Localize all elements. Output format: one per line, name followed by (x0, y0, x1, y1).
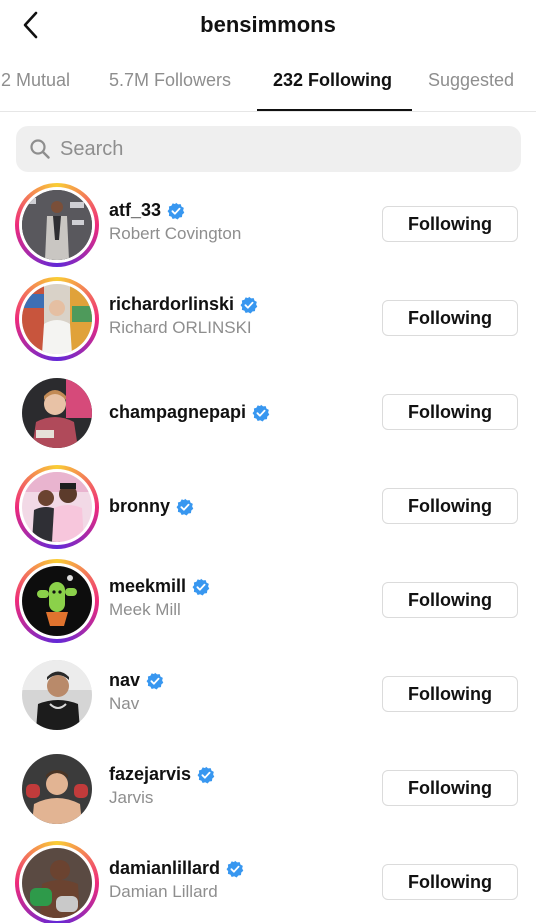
avatar[interactable] (15, 465, 99, 549)
full-name: Robert Covington (109, 224, 242, 243)
following-button[interactable]: Following (382, 206, 518, 242)
username[interactable]: richardorlinski (109, 294, 234, 315)
following-button[interactable]: Following (382, 394, 518, 430)
following-button[interactable]: Following (382, 676, 518, 712)
full-name: Richard ORLINSKI (109, 318, 252, 337)
full-name: Jarvis (109, 788, 154, 807)
list-item: bronny Following (0, 462, 536, 556)
username[interactable]: damianlillard (109, 858, 220, 879)
verified-badge-icon (146, 672, 164, 689)
search-bar[interactable] (16, 126, 521, 172)
search-icon (30, 139, 50, 159)
list-item: damianlillard Damian Lillard Following (0, 838, 536, 923)
tab-bar: 2 Mutual 5.7M Followers 232 Following Su… (0, 60, 536, 112)
verified-badge-icon (167, 202, 185, 219)
tab-suggested[interactable]: Suggested (428, 70, 514, 91)
username[interactable]: fazejarvis (109, 764, 191, 785)
full-name: Meek Mill (109, 600, 181, 619)
username[interactable]: champagnepapi (109, 402, 246, 423)
profile-photo (22, 284, 92, 354)
following-button[interactable]: Following (382, 582, 518, 618)
avatar[interactable] (15, 653, 99, 737)
username[interactable]: atf_33 (109, 200, 161, 221)
header-bar: bensimmons (0, 0, 536, 52)
page-title: bensimmons (200, 12, 336, 37)
verified-badge-icon (240, 296, 258, 313)
following-button[interactable]: Following (382, 770, 518, 806)
avatar[interactable] (15, 559, 99, 643)
avatar[interactable] (15, 841, 99, 923)
account-names: atf_33 Robert Covington (109, 200, 241, 244)
following-button[interactable]: Following (382, 864, 518, 900)
following-button[interactable]: Following (382, 488, 518, 524)
username[interactable]: meekmill (109, 576, 186, 597)
list-item: nav Nav Following (0, 650, 536, 744)
tab-mutual[interactable]: 2 Mutual (1, 70, 70, 91)
avatar[interactable] (15, 277, 99, 361)
list-item: atf_33 Robert Covington Following (0, 180, 536, 274)
profile-photo (22, 472, 92, 542)
following-button[interactable]: Following (382, 300, 518, 336)
full-name: Damian Lillard (109, 882, 218, 901)
profile-photo (22, 378, 92, 448)
profile-photo (22, 566, 92, 636)
profile-photo (22, 754, 92, 824)
verified-badge-icon (197, 766, 215, 783)
following-list: atf_33 Robert Covington Following richar… (0, 180, 536, 923)
verified-badge-icon (192, 578, 210, 595)
verified-badge-icon (176, 498, 194, 515)
avatar[interactable] (15, 371, 99, 455)
account-names: damianlillard Damian Lillard (109, 858, 244, 902)
list-item: champagnepapi Following (0, 368, 536, 462)
tab-following[interactable]: 232 Following (273, 70, 392, 91)
profile-photo (22, 848, 92, 918)
list-item: richardorlinski Richard ORLINSKI Followi… (0, 274, 536, 368)
avatar[interactable] (15, 747, 99, 831)
tab-followers[interactable]: 5.7M Followers (109, 70, 231, 91)
verified-badge-icon (226, 860, 244, 877)
account-names: bronny (109, 496, 194, 517)
list-item: fazejarvis Jarvis Following (0, 744, 536, 838)
account-names: nav Nav (109, 670, 164, 714)
search-input[interactable] (60, 137, 480, 161)
account-names: meekmill Meek Mill (109, 576, 210, 620)
account-names: fazejarvis Jarvis (109, 764, 215, 808)
profile-photo (22, 660, 92, 730)
account-names: richardorlinski Richard ORLINSKI (109, 294, 258, 338)
full-name: Nav (109, 694, 140, 713)
avatar[interactable] (15, 183, 99, 267)
username[interactable]: nav (109, 670, 140, 691)
account-names: champagnepapi (109, 402, 270, 423)
verified-badge-icon (252, 404, 270, 421)
list-item: meekmill Meek Mill Following (0, 556, 536, 650)
username[interactable]: bronny (109, 496, 170, 517)
active-tab-indicator (257, 109, 412, 111)
profile-photo (22, 190, 92, 260)
